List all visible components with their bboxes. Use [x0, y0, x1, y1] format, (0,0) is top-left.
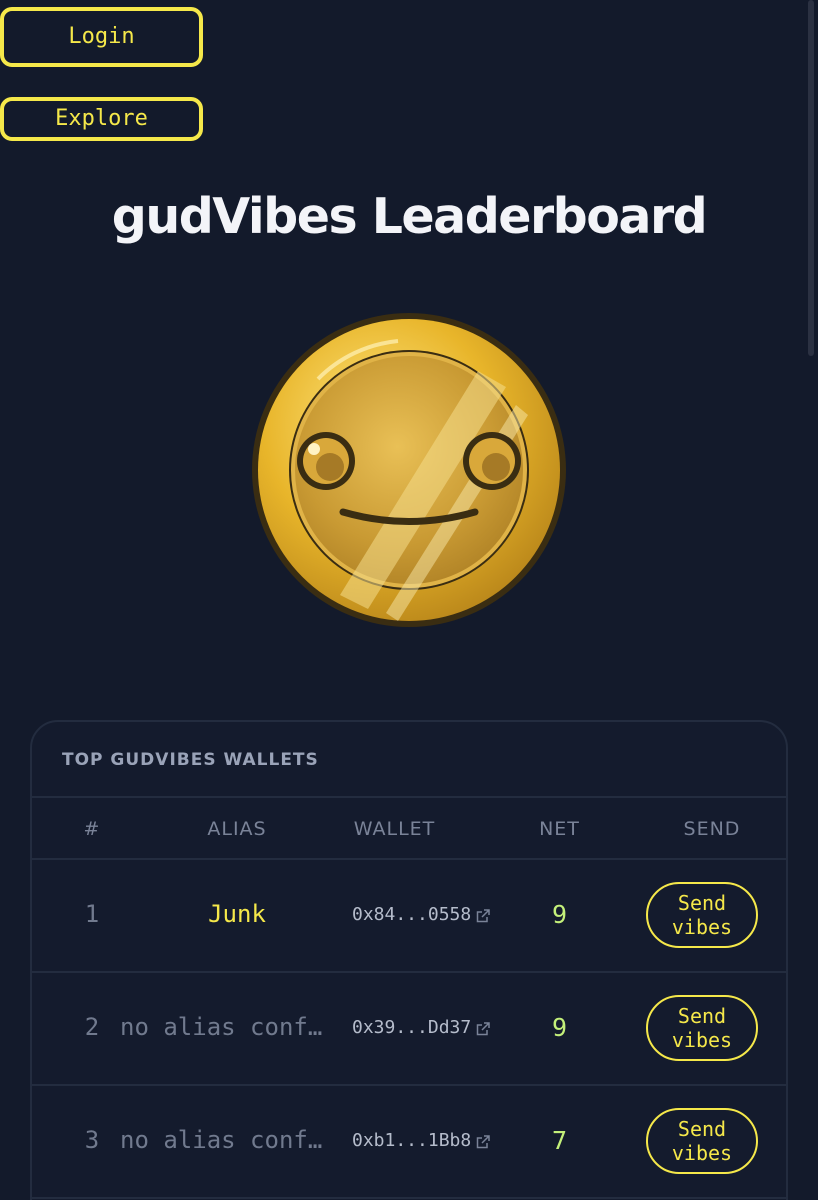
- send-vibes-button[interactable]: Send vibes: [646, 1108, 758, 1174]
- vibes-label: vibes: [671, 915, 733, 939]
- table-row: 1 Junk 0x84...0558 9 Send vibes: [32, 860, 786, 973]
- rank-cell: 1: [84, 900, 100, 928]
- column-header-net: NET: [539, 818, 580, 840]
- divider: [32, 1197, 786, 1199]
- table-header: # ALIAS WALLET NET SEND: [32, 797, 786, 859]
- wallet-address[interactable]: 0x39...Dd37: [352, 1017, 471, 1038]
- alias-cell[interactable]: Junk: [147, 900, 327, 928]
- column-header-alias: ALIAS: [207, 818, 267, 840]
- smiley-coin-icon: [248, 309, 570, 631]
- wallet-cell[interactable]: 0x39...Dd37: [352, 1017, 522, 1038]
- column-header-wallet: WALLET: [353, 818, 436, 840]
- external-link-icon[interactable]: [475, 1134, 491, 1150]
- table-row: 2 no alias conf… 0x39...Dd37 9 Send vibe…: [32, 973, 786, 1086]
- wallet-cell[interactable]: 0x84...0558: [352, 904, 522, 925]
- alias-cell: no alias conf…: [120, 1013, 323, 1041]
- column-header-send: SEND: [683, 818, 741, 840]
- send-label: Send: [677, 891, 727, 915]
- external-link-icon[interactable]: [475, 908, 491, 924]
- net-cell: 9: [551, 900, 568, 929]
- wallet-address[interactable]: 0xb1...1Bb8: [352, 1130, 471, 1151]
- leaderboard-page: Login Explore gudVibes Leaderboard TOP G…: [0, 0, 818, 1200]
- send-vibes-button[interactable]: Send vibes: [646, 995, 758, 1061]
- net-cell: 7: [551, 1126, 568, 1155]
- external-link-icon[interactable]: [475, 1021, 491, 1037]
- column-header-rank: #: [83, 818, 101, 840]
- wallet-address[interactable]: 0x84...0558: [352, 904, 471, 925]
- send-label: Send: [677, 1004, 727, 1028]
- wallet-cell[interactable]: 0xb1...1Bb8: [352, 1130, 522, 1151]
- rank-cell: 3: [84, 1126, 100, 1154]
- send-vibes-button[interactable]: Send vibes: [646, 882, 758, 948]
- leaderboard-panel: TOP GUDVIBES WALLETS # ALIAS WALLET NET …: [30, 720, 788, 1200]
- vibes-label: vibes: [671, 1028, 733, 1052]
- vibes-label: vibes: [671, 1141, 733, 1165]
- page-title: gudVibes Leaderboard: [111, 188, 708, 245]
- net-cell: 9: [551, 1013, 568, 1042]
- table-row: 3 no alias conf… 0xb1...1Bb8 7 Send vibe…: [32, 1086, 786, 1199]
- alias-cell: no alias conf…: [120, 1126, 323, 1154]
- send-label: Send: [677, 1117, 727, 1141]
- rank-cell: 2: [84, 1013, 100, 1041]
- login-button[interactable]: Login: [0, 7, 203, 67]
- leaderboard-title: TOP GUDVIBES WALLETS: [62, 750, 319, 770]
- explore-button[interactable]: Explore: [0, 97, 203, 141]
- scrollbar[interactable]: [808, 0, 814, 356]
